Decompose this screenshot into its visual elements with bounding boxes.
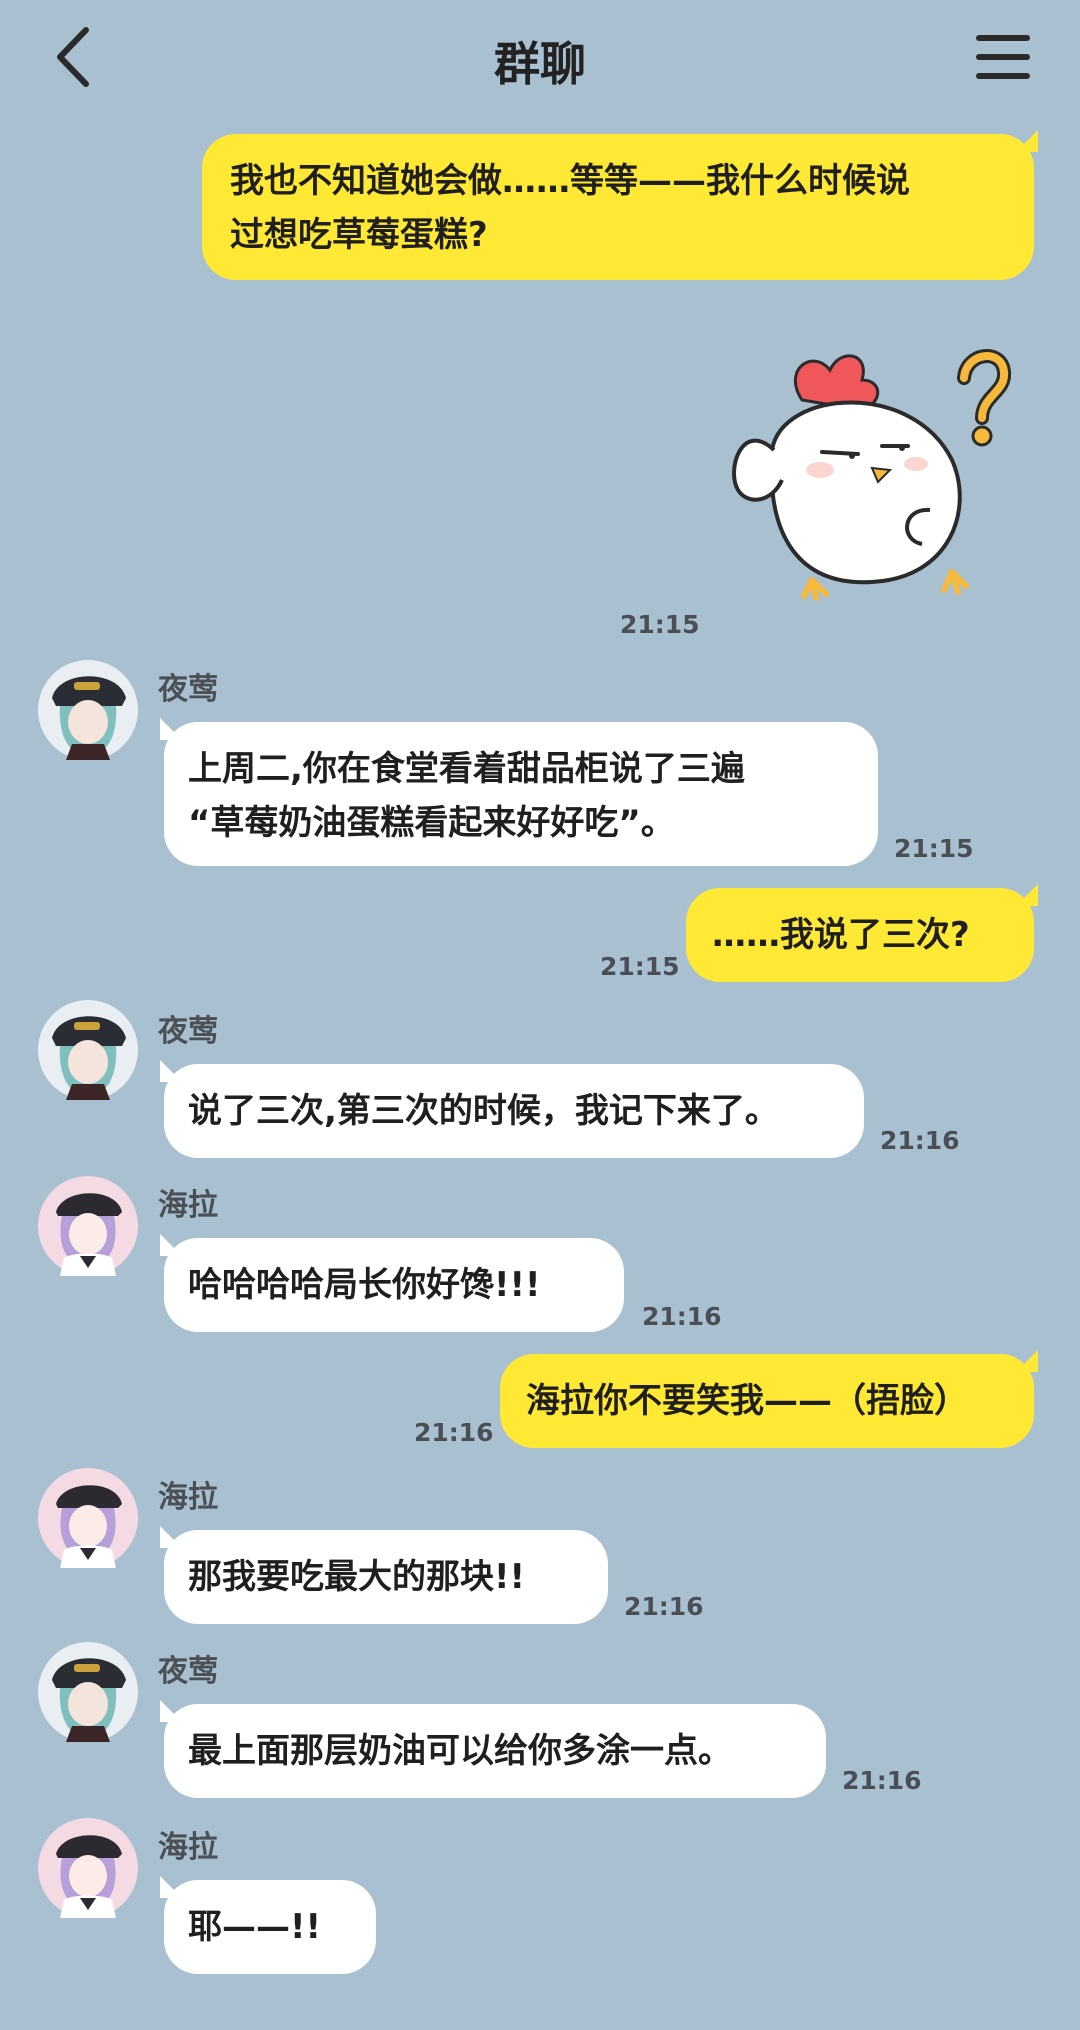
hamburger-menu-icon <box>976 35 1030 79</box>
top-bar: 群聊 <box>0 0 1080 120</box>
sender-name: 夜莺 <box>158 672 218 707</box>
message-text: 哈哈哈哈局长你好馋!!! <box>188 1265 541 1305</box>
message-time: 21:16 <box>842 1766 922 1795</box>
avatar-haila[interactable] <box>38 1176 138 1276</box>
sender-name: 夜莺 <box>158 1014 218 1049</box>
message-bubble-other[interactable]: 上周二,你在食堂看着甜品柜说了三遍 “草莓奶油蛋糕看起来好好吃”。 <box>160 718 878 866</box>
sender-name: 海拉 <box>158 1188 218 1223</box>
message-text: 上周二,你在食堂看着甜品柜说了三遍 <box>188 749 745 789</box>
message-time: 21:16 <box>624 1592 704 1621</box>
message-bubble-mine[interactable]: 海拉你不要笑我——（捂脸） <box>500 1350 1038 1448</box>
message-text: “草莓奶油蛋糕看起来好好吃”。 <box>188 803 675 843</box>
message-time: 21:15 <box>620 610 700 639</box>
sender-name: 海拉 <box>158 1480 218 1515</box>
message-text: 最上面那层奶油可以给你多涂一点。 <box>188 1731 732 1771</box>
message-bubble-other[interactable]: 哈哈哈哈局长你好馋!!! <box>160 1234 624 1332</box>
menu-button[interactable] <box>975 30 1031 84</box>
avatar-yeying[interactable] <box>38 1642 138 1742</box>
avatar-yeying[interactable] <box>38 1000 138 1100</box>
sender-name: 海拉 <box>158 1830 218 1865</box>
message-text: 耶——!! <box>188 1907 322 1947</box>
message-text: 说了三次,第三次的时候，我记下来了。 <box>188 1091 779 1131</box>
message-text: ……我说了三次? <box>712 915 970 955</box>
message-bubble-other[interactable]: 耶——!! <box>160 1876 376 1974</box>
message-bubble-other[interactable]: 那我要吃最大的那块!! <box>160 1526 608 1624</box>
message-bubble-other[interactable]: 说了三次,第三次的时候，我记下来了。 <box>160 1060 864 1158</box>
message-bubble-mine[interactable]: 我也不知道她会做……等等——我什么时候说 过想吃草莓蛋糕? <box>202 130 1038 280</box>
message-bubble-other[interactable]: 最上面那层奶油可以给你多涂一点。 <box>160 1700 826 1798</box>
avatar-yeying[interactable] <box>38 660 138 760</box>
chicken-question-sticker[interactable] <box>712 330 1022 610</box>
message-time: 21:16 <box>414 1418 494 1447</box>
chicken-sticker-image <box>732 349 1012 601</box>
sender-name: 夜莺 <box>158 1654 218 1689</box>
message-time: 21:15 <box>894 834 974 863</box>
message-text: 海拉你不要笑我——（捂脸） <box>526 1381 968 1421</box>
avatar-haila[interactable] <box>38 1818 138 1918</box>
message-text: 过想吃草莓蛋糕? <box>230 215 488 255</box>
message-text: 我也不知道她会做……等等——我什么时候说 <box>230 161 910 201</box>
message-time: 21:15 <box>600 952 680 981</box>
avatar-haila[interactable] <box>38 1468 138 1568</box>
message-text: 那我要吃最大的那块!! <box>188 1557 526 1597</box>
page-title: 群聊 <box>494 37 586 91</box>
message-bubble-mine[interactable]: ……我说了三次? <box>686 884 1038 982</box>
message-time: 21:16 <box>880 1126 960 1155</box>
message-time: 21:16 <box>642 1302 722 1331</box>
